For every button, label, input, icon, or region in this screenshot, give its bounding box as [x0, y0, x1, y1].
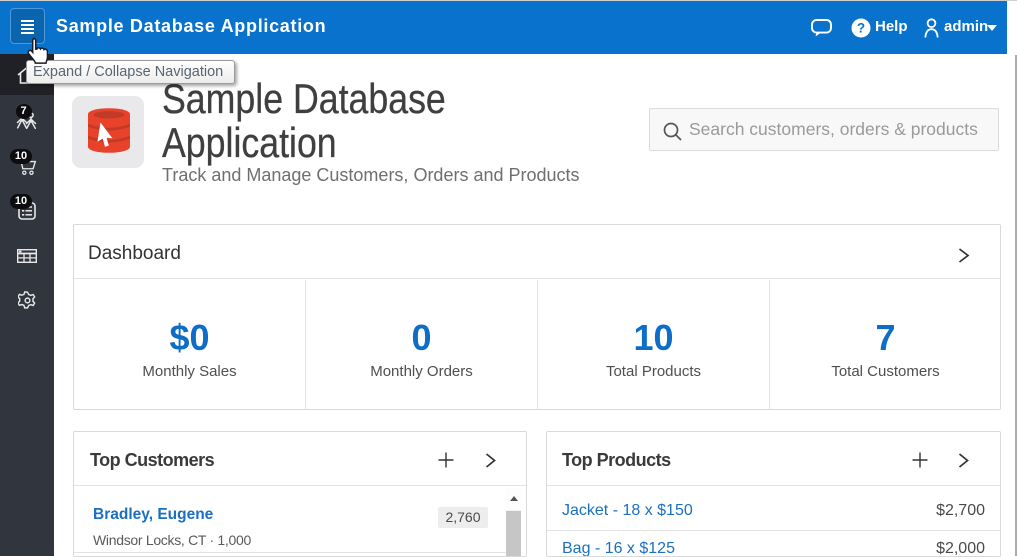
- svg-text:?: ?: [857, 21, 865, 36]
